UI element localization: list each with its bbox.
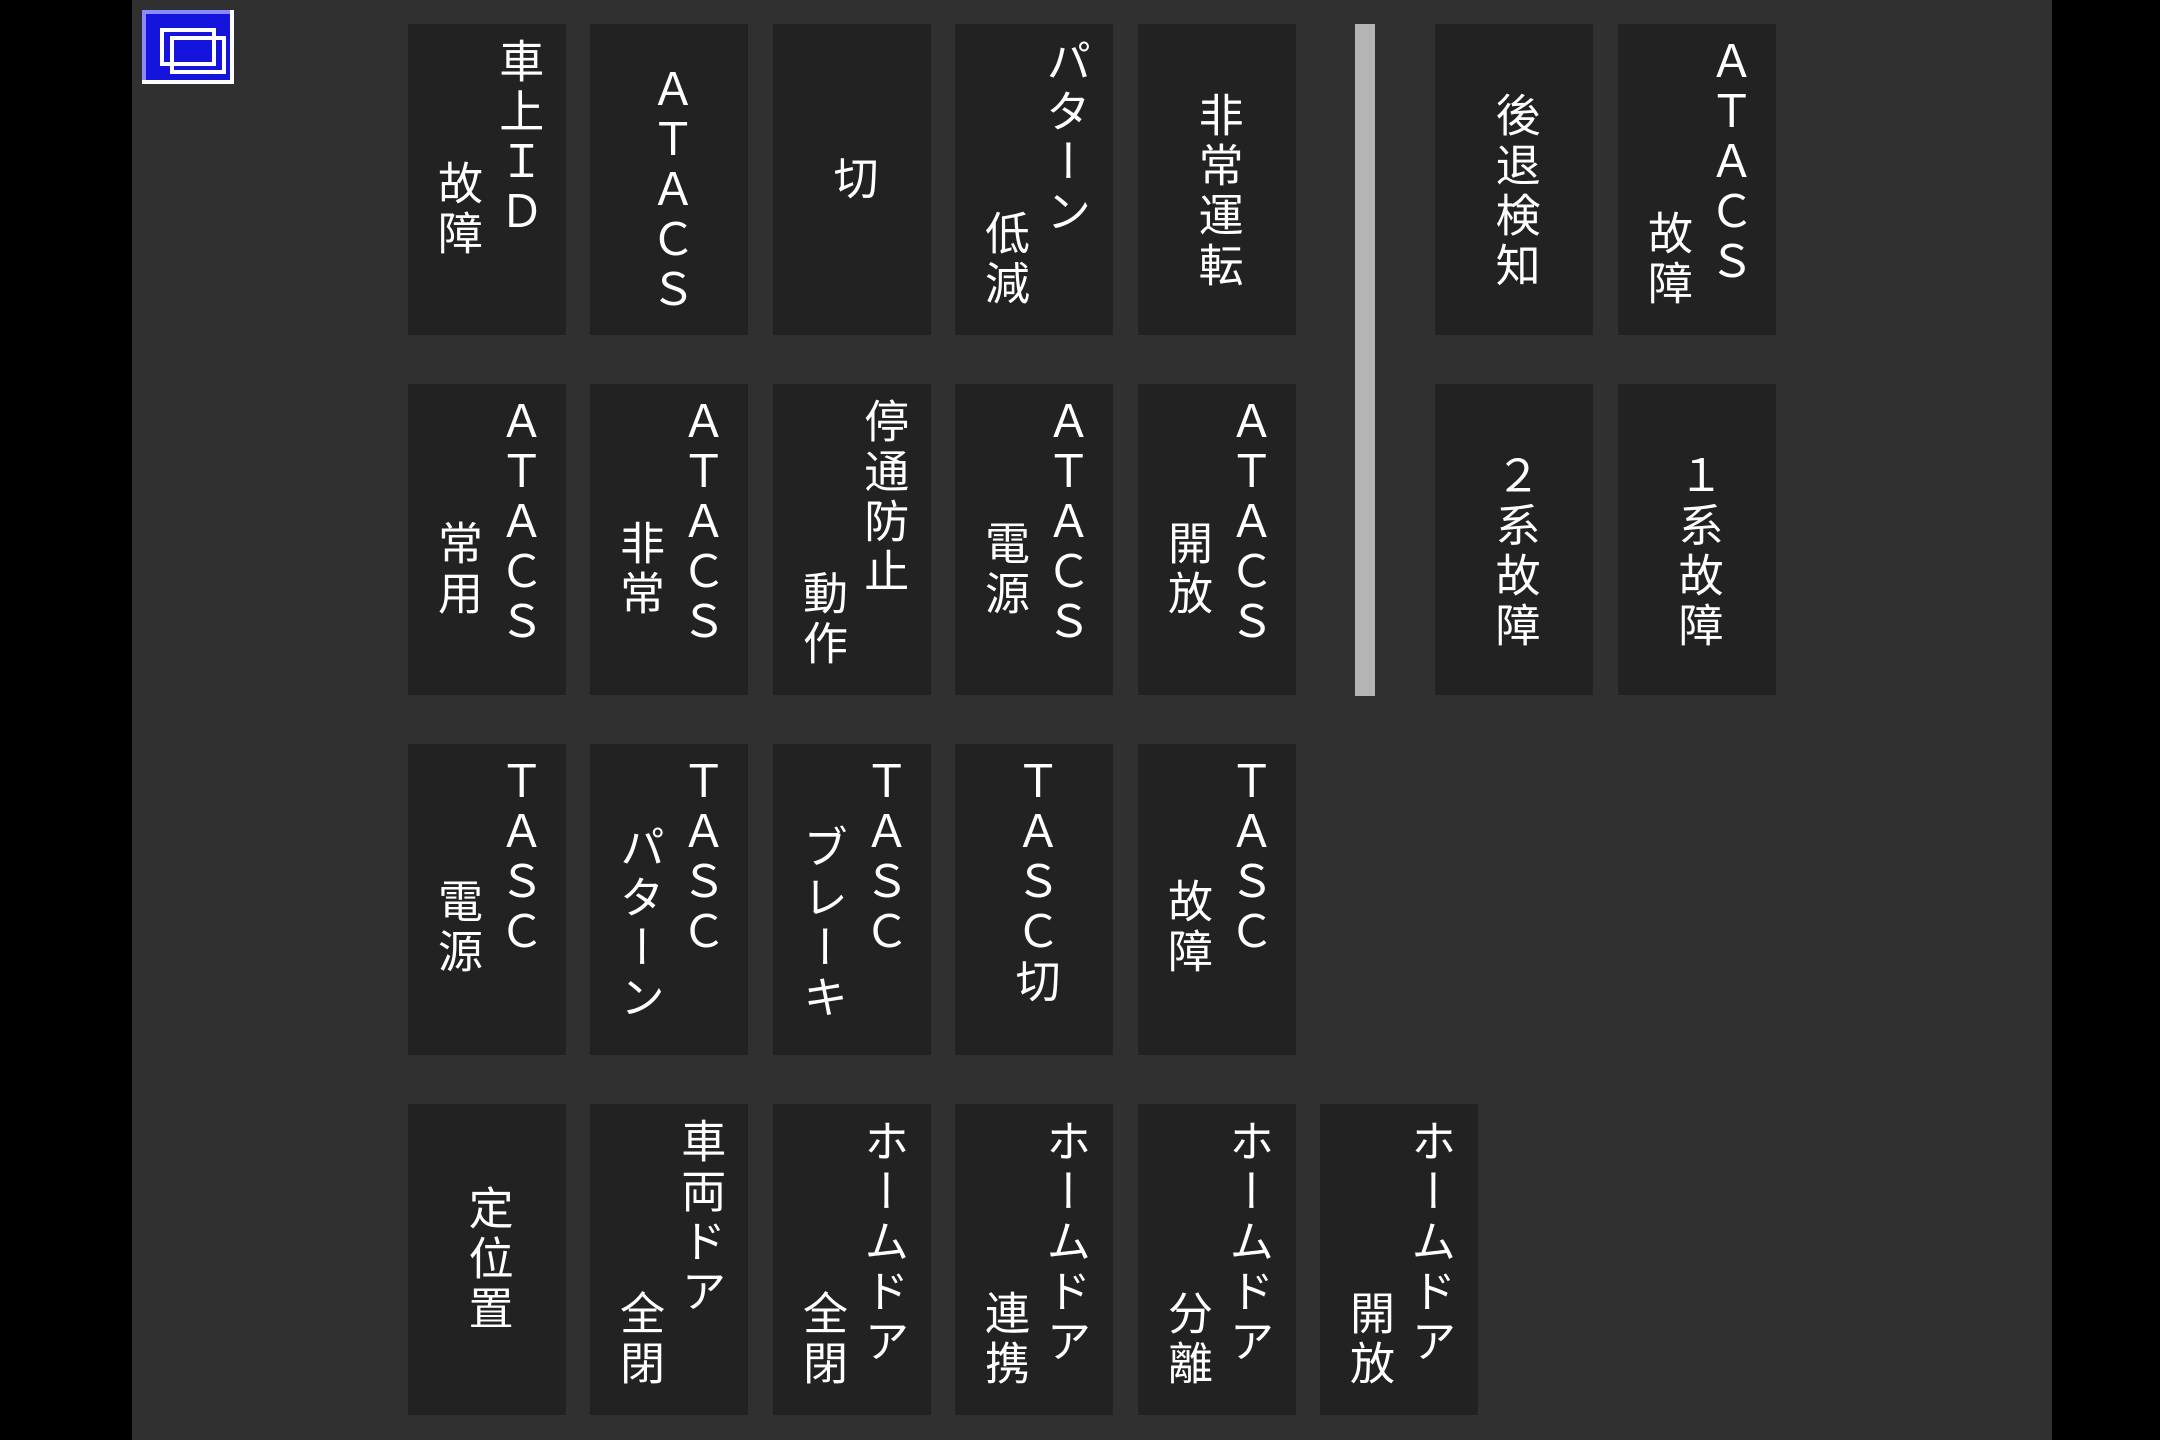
button-label-line-1: ＴＡＳＣ — [673, 758, 727, 958]
button-label-line-1: 車上ＩＤ — [491, 38, 545, 238]
button-label-line-1: 切 — [825, 154, 879, 205]
button-label-line-2: 動作 — [795, 570, 848, 670]
button-label-line-1: ＴＡＳＣ — [1221, 758, 1275, 958]
button-label-line-1: 非常運転 — [1190, 92, 1244, 292]
button-label-line-1: 停通防止 — [856, 398, 910, 598]
button-label-line-1: ホームドア — [1403, 1118, 1457, 1368]
button-label-line-2: 開放 — [1160, 520, 1213, 620]
button-emergency-operation[interactable]: 非常運転 — [1138, 24, 1296, 335]
button-label-line-1: 定位置 — [460, 1184, 514, 1335]
button-label-line-1: ＴＡＳＣ — [856, 758, 910, 958]
button-platform-door-linked[interactable]: ホームドア 連携 — [955, 1104, 1113, 1415]
button-fixed-position[interactable]: 定位置 — [408, 1104, 566, 1415]
button-label-line-1: 車両ドア — [673, 1118, 727, 1318]
button-label-line-2: 故障 — [1160, 878, 1213, 978]
button-pattern-reduction[interactable]: パターン 低減 — [955, 24, 1113, 335]
button-label-line-1: ホームドア — [1221, 1118, 1275, 1368]
button-label-line-1: １系故障 — [1670, 452, 1724, 652]
button-label-line-1: ＡＴＡＣＳ — [1038, 398, 1092, 648]
button-platform-door-all-closed[interactable]: ホームドア 全閉 — [773, 1104, 931, 1415]
button-vehicle-door-all-closed[interactable]: 車両ドア 全閉 — [590, 1104, 748, 1415]
button-vehicle-id-fault[interactable]: 車上ＩＤ 故障 — [408, 24, 566, 335]
button-label-line-2: 開放 — [1342, 1290, 1395, 1390]
button-atacs[interactable]: ＡＴＡＣＳ — [590, 24, 748, 335]
button-tasc-pattern[interactable]: ＴＡＳＣ パターン — [590, 744, 748, 1055]
button-label-line-2: 電源 — [977, 520, 1030, 620]
button-tasc-power[interactable]: ＴＡＳＣ 電源 — [408, 744, 566, 1055]
button-reverse-detection[interactable]: 後退検知 — [1435, 24, 1593, 335]
button-label-line-2: 電源 — [430, 878, 483, 978]
button-label-line-2: ブレーキ — [795, 824, 848, 1024]
button-label-line-1: ＡＴＡＣＳ — [491, 398, 545, 648]
button-label-line-2: 故障 — [430, 160, 483, 260]
button-label-line-2: 全閉 — [612, 1290, 665, 1390]
button-label-line-1: ２系故障 — [1487, 452, 1541, 652]
button-label-line-1: ホームドア — [1038, 1118, 1092, 1368]
panel-divider — [1355, 24, 1375, 696]
button-label-line-2: 分離 — [1160, 1290, 1213, 1390]
button-platform-door-open[interactable]: ホームドア 開放 — [1320, 1104, 1478, 1415]
button-label-line-2: 低減 — [977, 210, 1030, 310]
button-label-line-1: ＴＡＳＣ — [491, 758, 545, 958]
button-label-line-1: ＡＴＡＣＳ — [1221, 398, 1275, 648]
button-stop-pass-prevention[interactable]: 停通防止 動作 — [773, 384, 931, 695]
button-label-line-2: 非常 — [612, 520, 665, 620]
button-label-line-2: 常用 — [430, 520, 483, 620]
button-label-line-1: ホームドア — [856, 1118, 910, 1368]
window-restore-icon[interactable] — [142, 10, 234, 84]
button-label-line-1: 後退検知 — [1487, 92, 1541, 292]
button-atacs-power[interactable]: ＡＴＡＣＳ 電源 — [955, 384, 1113, 695]
button-atacs-open[interactable]: ＡＴＡＣＳ 開放 — [1138, 384, 1296, 695]
button-atacs-service[interactable]: ＡＴＡＣＳ 常用 — [408, 384, 566, 695]
button-label-line-2: パターン — [612, 824, 665, 1024]
button-tasc-fault[interactable]: ＴＡＳＣ 故障 — [1138, 744, 1296, 1055]
button-cut[interactable]: 切 — [773, 24, 931, 335]
button-system1-fault[interactable]: １系故障 — [1618, 384, 1776, 695]
button-system2-fault[interactable]: ２系故障 — [1435, 384, 1593, 695]
button-label-line-1: ＡＴＡＣＳ — [642, 66, 696, 316]
button-label-line-2: 連携 — [977, 1290, 1030, 1390]
button-label-line-2: 全閉 — [795, 1290, 848, 1390]
button-label-line-1: パターン — [1038, 38, 1092, 238]
button-tasc-cut[interactable]: ＴＡＳＣ切 — [955, 744, 1113, 1055]
button-atacs-emergency[interactable]: ＡＴＡＣＳ 非常 — [590, 384, 748, 695]
button-label-line-2: 故障 — [1640, 210, 1693, 310]
button-platform-door-separated[interactable]: ホームドア 分離 — [1138, 1104, 1296, 1415]
button-label-line-1: ＡＴＡＣＳ — [1701, 38, 1755, 288]
button-atacs-fault[interactable]: ＡＴＡＣＳ 故障 — [1618, 24, 1776, 335]
button-tasc-brake[interactable]: ＴＡＳＣ ブレーキ — [773, 744, 931, 1055]
button-label-line-1: ＴＡＳＣ切 — [1007, 758, 1061, 1008]
button-label-line-1: ＡＴＡＣＳ — [673, 398, 727, 648]
